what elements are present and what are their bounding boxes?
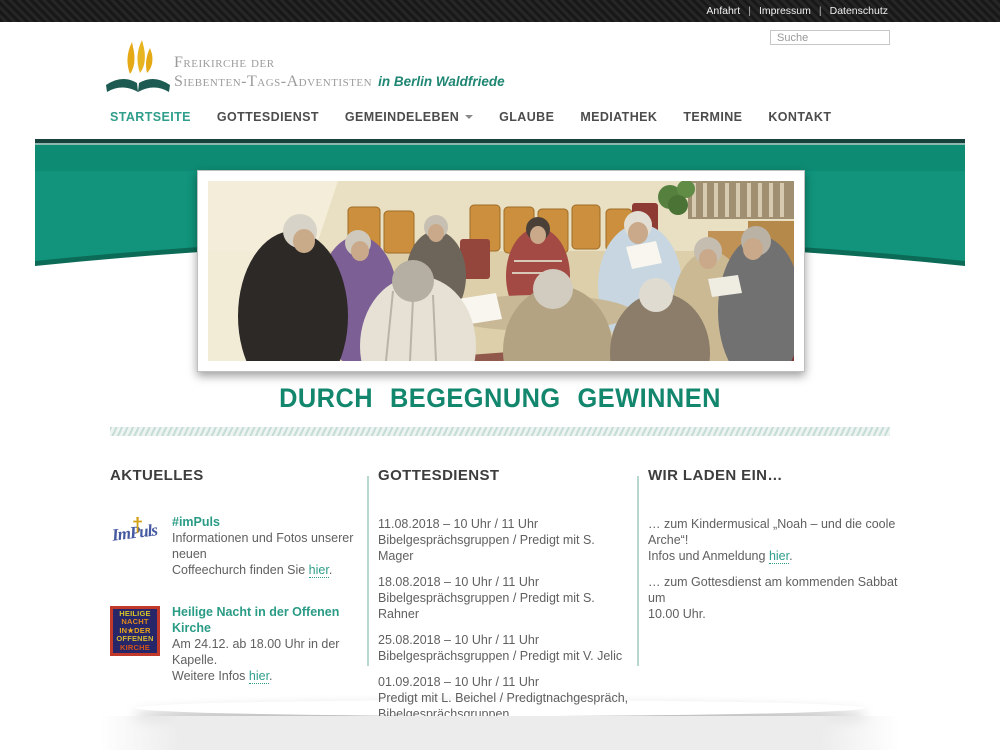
brand-location: in Berlin Waldfriede xyxy=(378,74,505,89)
nav-item-gemeindeleben[interactable]: GEMEINDELEBEN xyxy=(345,110,473,124)
service-detail: Bibelgesprächsgruppen / Predigt mit S. M… xyxy=(378,532,630,564)
hero-photo xyxy=(208,181,794,361)
service-date: 25.08.2018 – 10 Uhr / 11 Uhr xyxy=(378,632,630,648)
cross-icon: † xyxy=(132,518,143,534)
service-entry: 25.08.2018 – 10 Uhr / 11 Uhr Bibelgesprä… xyxy=(378,632,630,664)
einladung-column: WIR LADEN EIN… … zum Kindermusical „Noah… xyxy=(648,468,898,632)
brand-name-line1: Freikirche der xyxy=(174,53,505,72)
text-fragment: Am 24.12. ab 18.00 Uhr in der Kapelle. xyxy=(172,637,339,667)
nav-item-mediathek[interactable]: MEDIATHEK xyxy=(580,110,657,124)
service-date: 01.09.2018 – 10 Uhr / 11 Uhr xyxy=(378,674,630,690)
service-entry: 18.08.2018 – 10 Uhr / 11 Uhr Bibelgesprä… xyxy=(378,574,630,622)
main-nav: STARTSEITE GOTTESDIENST GEMEINDELEBEN GL… xyxy=(110,110,831,124)
einladung-heading: WIR LADEN EIN… xyxy=(648,468,898,484)
footer-strip xyxy=(100,716,900,750)
topbar-link-impressum[interactable]: Impressum xyxy=(759,5,811,17)
decorative-ribbon xyxy=(110,427,890,436)
topbar-links: Anfahrt | Impressum | Datenschutz xyxy=(706,0,888,22)
service-entries: 11.08.2018 – 10 Uhr / 11 Uhr Bibelgesprä… xyxy=(378,516,630,722)
page-headline: DURCH BEGEGNUNG GEWINNEN xyxy=(30,383,970,414)
text-fragment: Informationen und Fotos unserer neuen xyxy=(172,531,353,561)
service-date: 18.08.2018 – 10 Uhr / 11 Uhr xyxy=(378,574,630,590)
chevron-down-icon xyxy=(465,115,473,119)
news-title[interactable]: #imPuls xyxy=(172,514,358,530)
hier-link[interactable]: hier xyxy=(249,669,269,684)
hero-image-frame xyxy=(197,170,805,372)
separator: | xyxy=(819,5,822,17)
column-divider xyxy=(367,476,369,666)
aktuelles-heading: AKTUELLES xyxy=(110,468,358,484)
text-fragment: . xyxy=(789,549,792,563)
invite-paragraph: … zum Gottesdienst am kommenden Sabbat u… xyxy=(648,574,898,622)
news-item-heilige-nacht: HEILIGE NACHT IN★DER OFFENEN KIRCHE Heil… xyxy=(110,604,358,684)
news-title[interactable]: Heilige Nacht in der Offenen Kirche xyxy=(172,604,358,636)
nav-item-glaube[interactable]: GLAUBE xyxy=(499,110,554,124)
hier-link[interactable]: hier xyxy=(309,563,329,578)
heilige-nacht-poster-thumbnail[interactable]: HEILIGE NACHT IN★DER OFFENEN KIRCHE xyxy=(110,606,160,656)
impuls-logo-thumbnail[interactable]: ImPuls † xyxy=(110,516,166,558)
text-fragment: … zum Gottesdienst am kommenden Sabbat u… xyxy=(648,575,897,605)
news-item-impuls: ImPuls † #imPuls Informationen und Fotos… xyxy=(110,514,358,578)
news-text: Informationen und Fotos unserer neuen Co… xyxy=(172,530,358,578)
poster-line: KIRCHE xyxy=(113,644,157,653)
search-input[interactable] xyxy=(770,30,890,45)
brand-name-line2: Siebenten-Tags-Adventisten in Berlin Wald… xyxy=(174,72,505,91)
nav-item-startseite[interactable]: STARTSEITE xyxy=(110,110,191,124)
service-detail: Bibelgesprächsgruppen / Predigt mit V. J… xyxy=(378,648,630,664)
text-fragment: . xyxy=(269,669,272,683)
text-fragment: Weitere Infos xyxy=(172,669,249,683)
service-entry: 11.08.2018 – 10 Uhr / 11 Uhr Bibelgesprä… xyxy=(378,516,630,564)
invite-paragraph: … zum Kindermusical „Noah – und die cool… xyxy=(648,516,898,564)
service-date: 11.08.2018 – 10 Uhr / 11 Uhr xyxy=(378,516,630,532)
text-fragment: Coffeechurch finden Sie xyxy=(172,563,309,577)
gottesdienst-column: GOTTESDIENST 11.08.2018 – 10 Uhr / 11 Uh… xyxy=(378,468,630,732)
separator: | xyxy=(748,5,751,17)
nav-item-termine[interactable]: TERMINE xyxy=(683,110,742,124)
service-detail: Bibelgesprächsgruppen / Predigt mit S. R… xyxy=(378,590,630,622)
news-body: #imPuls Informationen und Fotos unserer … xyxy=(172,514,358,578)
text-fragment: Infos und Anmeldung xyxy=(648,549,769,563)
hier-link[interactable]: hier xyxy=(769,549,789,564)
column-divider xyxy=(637,476,639,666)
nav-item-gemeindeleben-label: GEMEINDELEBEN xyxy=(345,110,459,124)
nav-item-kontakt[interactable]: KONTAKT xyxy=(768,110,831,124)
text-fragment: . xyxy=(329,563,332,577)
topbar: Anfahrt | Impressum | Datenschutz xyxy=(0,0,1000,22)
page: Anfahrt | Impressum | Datenschutz Freiki… xyxy=(0,0,1000,750)
text-fragment: … zum Kindermusical „Noah – und die cool… xyxy=(648,517,895,547)
aktuelles-column: AKTUELLES ImPuls † #imPuls Informationen… xyxy=(110,468,358,684)
adventist-logo-icon[interactable] xyxy=(102,40,174,98)
nav-item-gottesdienst[interactable]: GOTTESDIENST xyxy=(217,110,319,124)
page-bottom-shadow xyxy=(135,700,865,716)
topbar-link-datenschutz[interactable]: Datenschutz xyxy=(830,5,888,17)
brand-name-text: Siebenten-Tags-Adventisten xyxy=(174,73,372,90)
news-text: Am 24.12. ab 18.00 Uhr in der Kapelle. W… xyxy=(172,636,358,684)
brand-block: Freikirche der Siebenten-Tags-Adventiste… xyxy=(174,53,505,91)
gottesdienst-heading: GOTTESDIENST xyxy=(378,468,630,484)
text-fragment: 10.00 Uhr. xyxy=(648,607,706,621)
topbar-link-anfahrt[interactable]: Anfahrt xyxy=(706,5,740,17)
invite-paragraphs: … zum Kindermusical „Noah – und die cool… xyxy=(648,516,898,622)
news-body: Heilige Nacht in der Offenen Kirche Am 2… xyxy=(172,604,358,684)
